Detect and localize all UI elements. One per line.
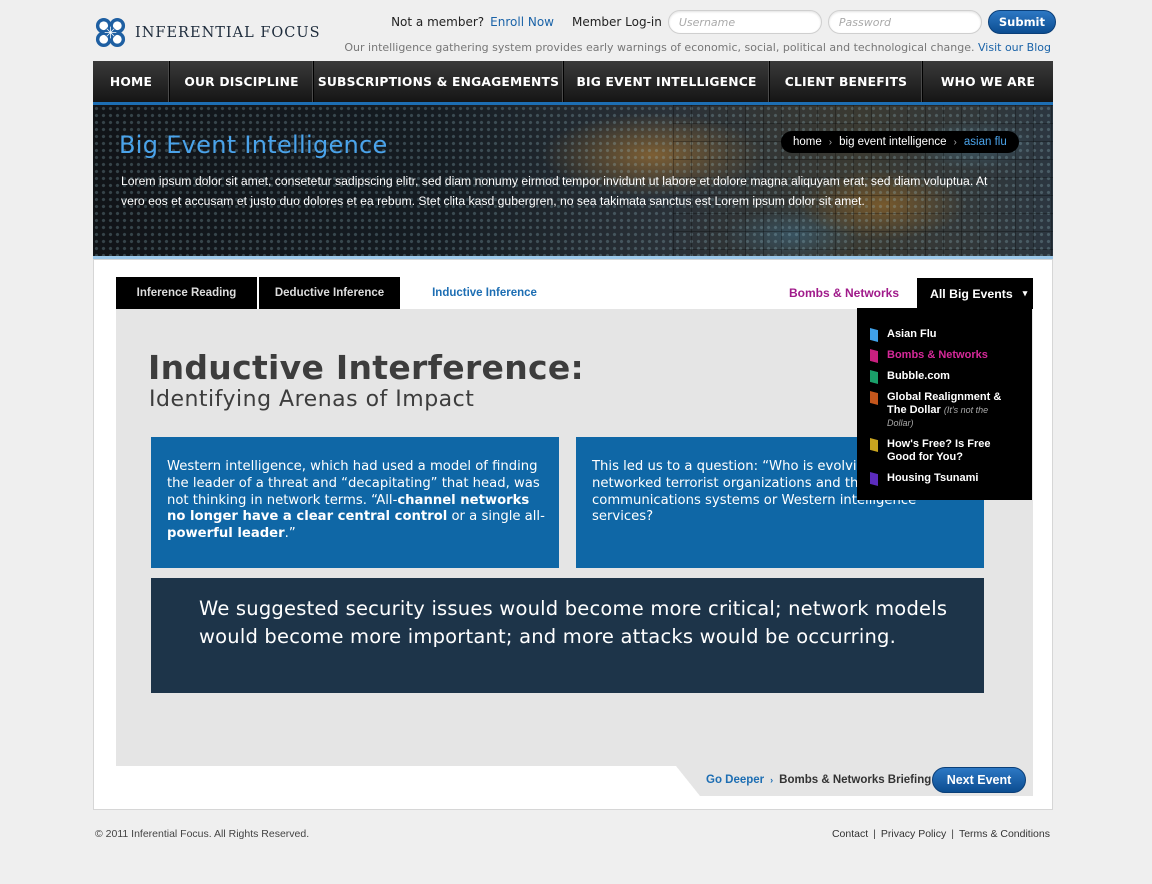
hero-title: Big Event Intelligence xyxy=(119,131,388,159)
username-input[interactable] xyxy=(667,10,822,34)
page-subtitle: Identifying Arenas of Impact xyxy=(149,387,475,412)
tab-deductive-inference[interactable]: Deductive Inference xyxy=(259,277,400,309)
all-big-events-label: All Big Events xyxy=(930,286,1013,301)
big-events-menu: Asian Flu Bombs & Networks Bubble.com Gl… xyxy=(857,308,1032,500)
chevron-right-icon: › xyxy=(828,136,833,148)
go-deeper-link[interactable]: Go Deeper xyxy=(706,774,764,786)
tagline-text: Our intelligence gathering system provid… xyxy=(344,41,975,54)
flag-icon xyxy=(870,370,878,384)
hero-text: Lorem ipsum dolor sit amet, consetetur s… xyxy=(121,174,988,208)
login-bar: Not a member? Enroll Now Member Log-in S… xyxy=(391,10,1056,34)
footer-link-privacy[interactable]: Privacy Policy xyxy=(881,828,946,840)
tab-inference-reading[interactable]: Inference Reading xyxy=(116,277,257,309)
logo-text: INFERENTIAL FOCUS xyxy=(135,24,321,41)
password-input[interactable] xyxy=(827,10,982,34)
footer-separator: | xyxy=(873,828,876,840)
menu-item-global-realignment[interactable]: Global Realignment & The Dollar (It's no… xyxy=(857,391,1017,430)
breadcrumb-home[interactable]: home xyxy=(793,136,822,148)
footer-separator: | xyxy=(951,828,954,840)
blog-link[interactable]: Visit our Blog xyxy=(978,41,1051,54)
nav-item-who-we-are[interactable]: WHO WE ARE xyxy=(923,61,1053,102)
menu-item-label: Asian Flu xyxy=(887,328,937,340)
breadcrumb-current: asian flu xyxy=(963,136,1007,148)
menu-item-housing-tsunami[interactable]: Housing Tsunami xyxy=(857,472,1032,486)
flag-icon xyxy=(870,391,878,405)
flag-icon xyxy=(870,472,878,486)
all-big-events-dropdown[interactable]: All Big Events ▾ xyxy=(917,278,1033,309)
caret-down-icon: ▾ xyxy=(1022,288,1028,298)
hero-banner: Big Event Intelligence Lorem ipsum dolor… xyxy=(93,105,1053,259)
copyright: © 2011 Inferential Focus. All Rights Res… xyxy=(95,828,310,840)
info-box-western-intelligence: Western intelligence, which had used a m… xyxy=(151,437,559,568)
site-logo[interactable]: INFERENTIAL FOCUS xyxy=(94,16,321,49)
page-title: Inductive Interference: xyxy=(148,348,585,387)
box1-bold-2: powerful leader xyxy=(167,526,285,542)
box1-text-2: or a single all- xyxy=(447,509,545,525)
not-member-label: Not a member? xyxy=(391,15,485,29)
chevron-right-icon: › xyxy=(953,136,957,148)
tab-inductive-inference[interactable]: Inductive Inference xyxy=(402,277,567,309)
flag-icon xyxy=(870,438,878,452)
tagline: Our intelligence gathering system provid… xyxy=(344,41,1051,54)
footer-link-terms[interactable]: Terms & Conditions xyxy=(959,828,1050,840)
submit-button[interactable]: Submit xyxy=(987,10,1056,34)
menu-item-asian-flu[interactable]: Asian Flu xyxy=(857,328,1032,342)
flag-icon xyxy=(870,349,878,363)
nav-item-big-event-intelligence[interactable]: BIG EVENT INTELLIGENCE xyxy=(564,61,770,102)
nav-item-subscriptions[interactable]: SUBSCRIPTIONS & ENGAGEMENTS xyxy=(314,61,564,102)
enroll-link[interactable]: Enroll Now xyxy=(490,15,554,29)
nav-item-client-benefits[interactable]: CLIENT BENEFITS xyxy=(770,61,923,102)
footer-link-contact[interactable]: Contact xyxy=(832,828,868,840)
bombs-networks-link[interactable]: Bombs & Networks xyxy=(789,286,899,300)
footer-links: Contact | Privacy Policy | Terms & Condi… xyxy=(832,828,1050,840)
menu-item-bombs-networks[interactable]: Bombs & Networks xyxy=(857,349,1032,363)
menu-item-label: Bombs & Networks xyxy=(887,349,988,361)
tab-bar: Inference Reading Deductive Inference In… xyxy=(116,277,567,309)
next-event-button[interactable]: Next Event xyxy=(932,767,1026,793)
main-nav: HOME OUR DISCIPLINE SUBSCRIPTIONS & ENGA… xyxy=(93,61,1053,105)
chevron-right-icon: › xyxy=(770,775,774,785)
menu-item-label: Bubble.com xyxy=(887,370,950,382)
breadcrumb-big-event-intelligence[interactable]: big event intelligence xyxy=(839,136,946,148)
breadcrumb: home › big event intelligence › asian fl… xyxy=(781,131,1019,153)
go-deeper-nav: Go Deeper › Bombs & Networks Briefing xyxy=(706,774,931,786)
menu-item-label: Housing Tsunami xyxy=(887,472,979,484)
menu-item-label: How's Free? Is Free Good for You? xyxy=(887,438,991,463)
menu-item-bubble-com[interactable]: Bubble.com xyxy=(857,370,1032,384)
box1-text-3: .” xyxy=(284,526,296,542)
nav-item-home[interactable]: HOME xyxy=(93,61,170,102)
nav-item-our-discipline[interactable]: OUR DISCIPLINE xyxy=(170,61,314,102)
member-login-label: Member Log-in xyxy=(571,15,662,29)
flag-icon xyxy=(870,328,878,342)
tab-notch xyxy=(545,277,571,309)
quote-box: We suggested security issues would becom… xyxy=(151,578,984,693)
menu-item-hows-free[interactable]: How's Free? Is Free Good for You? xyxy=(857,438,1007,464)
briefing-link[interactable]: Bombs & Networks Briefing xyxy=(779,774,931,786)
logo-icon xyxy=(95,17,126,48)
